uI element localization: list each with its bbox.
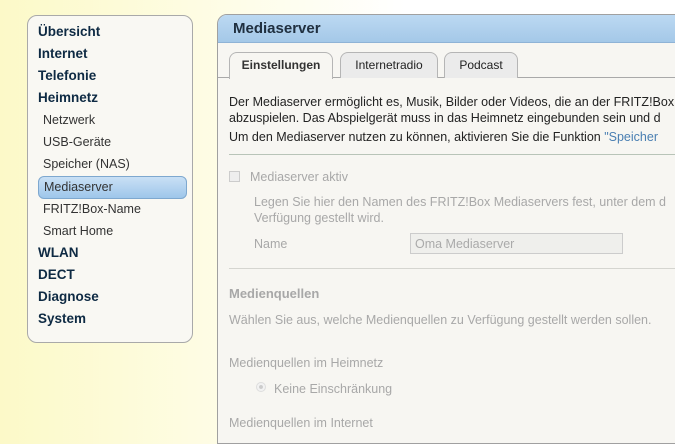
no-restriction-label: Keine Einschränkung: [274, 382, 393, 396]
sidebar-nav: Übersicht Internet Telefonie Heimnetz Ne…: [27, 15, 193, 343]
mediaserver-active-label: Mediaserver aktiv: [250, 170, 348, 184]
intro-text-1: Der Mediaserver ermöglicht es, Musik, Bi…: [229, 95, 675, 109]
nav-smart-home[interactable]: Smart Home: [28, 221, 192, 243]
intro-text-3-label: Um den Mediaserver nutzen zu können, akt…: [229, 130, 605, 144]
nav-heimnetz[interactable]: Heimnetz: [28, 88, 192, 110]
name-label: Name: [254, 237, 288, 251]
home-sources-label: Medienquellen im Heimnetz: [229, 356, 384, 370]
tab-internetradio[interactable]: Internetradio: [340, 52, 438, 78]
nav-system[interactable]: System: [28, 309, 192, 331]
divider: [229, 154, 675, 155]
intro-text-2: abzuspielen. Das Abspielgerät muss in da…: [229, 111, 661, 125]
nav-telefonie[interactable]: Telefonie: [28, 66, 192, 88]
nav-wlan[interactable]: WLAN: [28, 243, 192, 265]
name-input[interactable]: [410, 233, 623, 254]
sources-description: Wählen Sie aus, welche Medienquellen zu …: [229, 313, 652, 327]
sources-heading: Medienquellen: [229, 286, 320, 301]
name-hint-2: Verfügung gestellt wird.: [254, 211, 384, 225]
tab-bar: Einstellungen Internetradio Podcast: [218, 52, 675, 79]
tab-podcast[interactable]: Podcast: [444, 52, 518, 78]
nav-fritzbox-name[interactable]: FRITZ!Box-Name: [28, 199, 192, 221]
nav-mediaserver[interactable]: Mediaserver: [38, 176, 187, 199]
intro-text-3: Um den Mediaserver nutzen zu können, akt…: [229, 130, 658, 144]
nav-netzwerk[interactable]: Netzwerk: [28, 110, 192, 132]
name-hint-1: Legen Sie hier den Namen des FRITZ!Box M…: [254, 195, 666, 209]
page-title: Mediaserver: [218, 15, 675, 43]
content-panel: Mediaserver Einstellungen Internetradio …: [217, 14, 675, 444]
divider: [229, 268, 675, 269]
nav-speicher[interactable]: Speicher (NAS): [28, 154, 192, 176]
tab-einstellungen[interactable]: Einstellungen: [229, 52, 333, 79]
nav-dect[interactable]: DECT: [28, 265, 192, 287]
nav-usb-geraete[interactable]: USB-Geräte: [28, 132, 192, 154]
speicher-link[interactable]: "Speicher: [604, 130, 658, 144]
mediaserver-active-checkbox[interactable]: [229, 171, 240, 182]
nav-uebersicht[interactable]: Übersicht: [28, 22, 192, 44]
nav-internet[interactable]: Internet: [28, 44, 192, 66]
no-restriction-radio[interactable]: [256, 382, 266, 392]
nav-diagnose[interactable]: Diagnose: [28, 287, 192, 309]
